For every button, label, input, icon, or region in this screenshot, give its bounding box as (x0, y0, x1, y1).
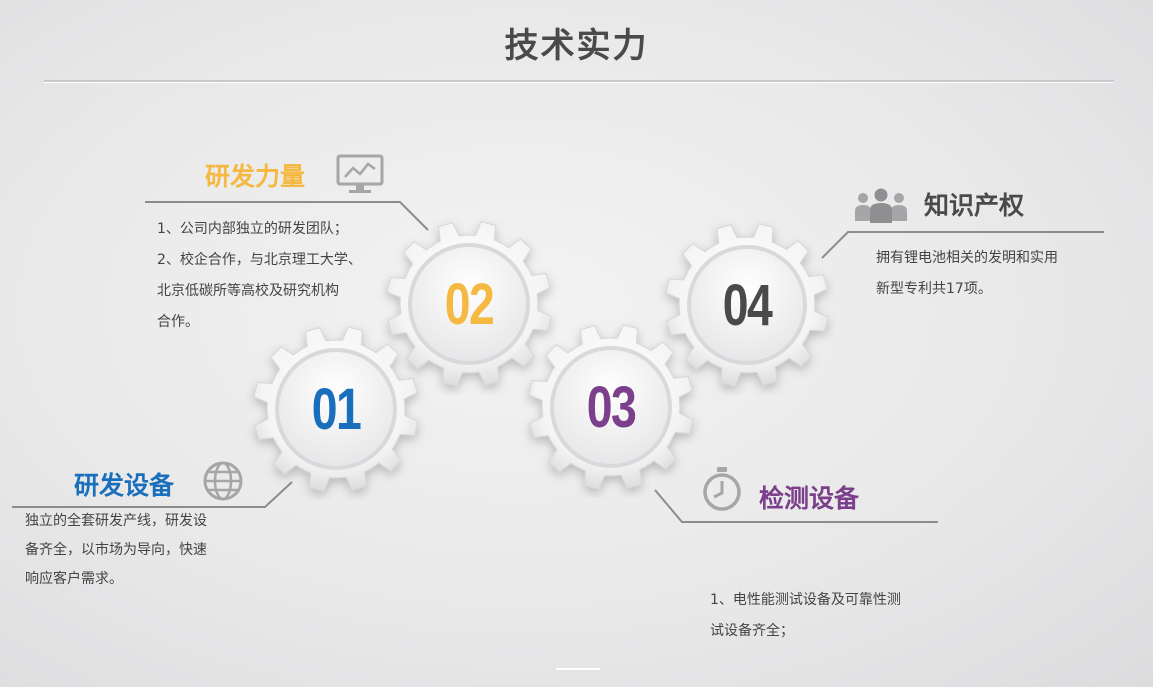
test-equipment-description: 1、电性能测试设备及可靠性测 试设备齐全； (710, 585, 950, 647)
rd-equipment-heading: 研发设备 (74, 471, 175, 500)
desc-line: 试设备齐全； (710, 623, 794, 639)
desc-line: 合作。 (157, 314, 199, 330)
gear-number: 03 (586, 374, 637, 440)
test-equipment-heading: 检测设备 (759, 484, 860, 513)
globe-icon (202, 460, 244, 506)
bottom-dash (556, 668, 600, 670)
clock-icon (702, 466, 742, 516)
desc-line: 1、公司内部独立的研发团队； (157, 221, 348, 237)
desc-line: 独立的全套研发产线，研发设 (25, 513, 207, 529)
rd-power-description: 1、公司内部独立的研发团队； 2、校企合作，与北京理工大学、 北京低碳所等高校及… (157, 214, 397, 338)
desc-line: 2、校企合作，与北京理工大学、 (157, 252, 362, 268)
people-group-icon (853, 187, 909, 227)
desc-line: 新型专利共17项。 (876, 281, 992, 297)
desc-line: 响应客户需求。 (25, 571, 123, 587)
desc-line: 北京低碳所等高校及研究机构 (157, 283, 339, 299)
desc-line: 1、电性能测试设备及可靠性测 (710, 592, 901, 608)
monitor-chart-icon (336, 154, 384, 200)
gear-03: 03 (520, 316, 702, 498)
ip-description: 拥有锂电池相关的发明和实用 新型专利共17项。 (876, 243, 1116, 305)
ip-heading: 知识产权 (924, 191, 1025, 220)
gear-01: 01 (245, 318, 427, 500)
rd-power-heading: 研发力量 (205, 162, 306, 191)
gear-number: 01 (311, 376, 362, 442)
desc-line: 拥有锂电池相关的发明和实用 (876, 250, 1058, 266)
rd-equipment-description: 独立的全套研发产线，研发设 备齐全，以市场为导向，快速 响应客户需求。 (25, 507, 250, 594)
desc-line: 备齐全，以市场为导向，快速 (25, 542, 207, 558)
